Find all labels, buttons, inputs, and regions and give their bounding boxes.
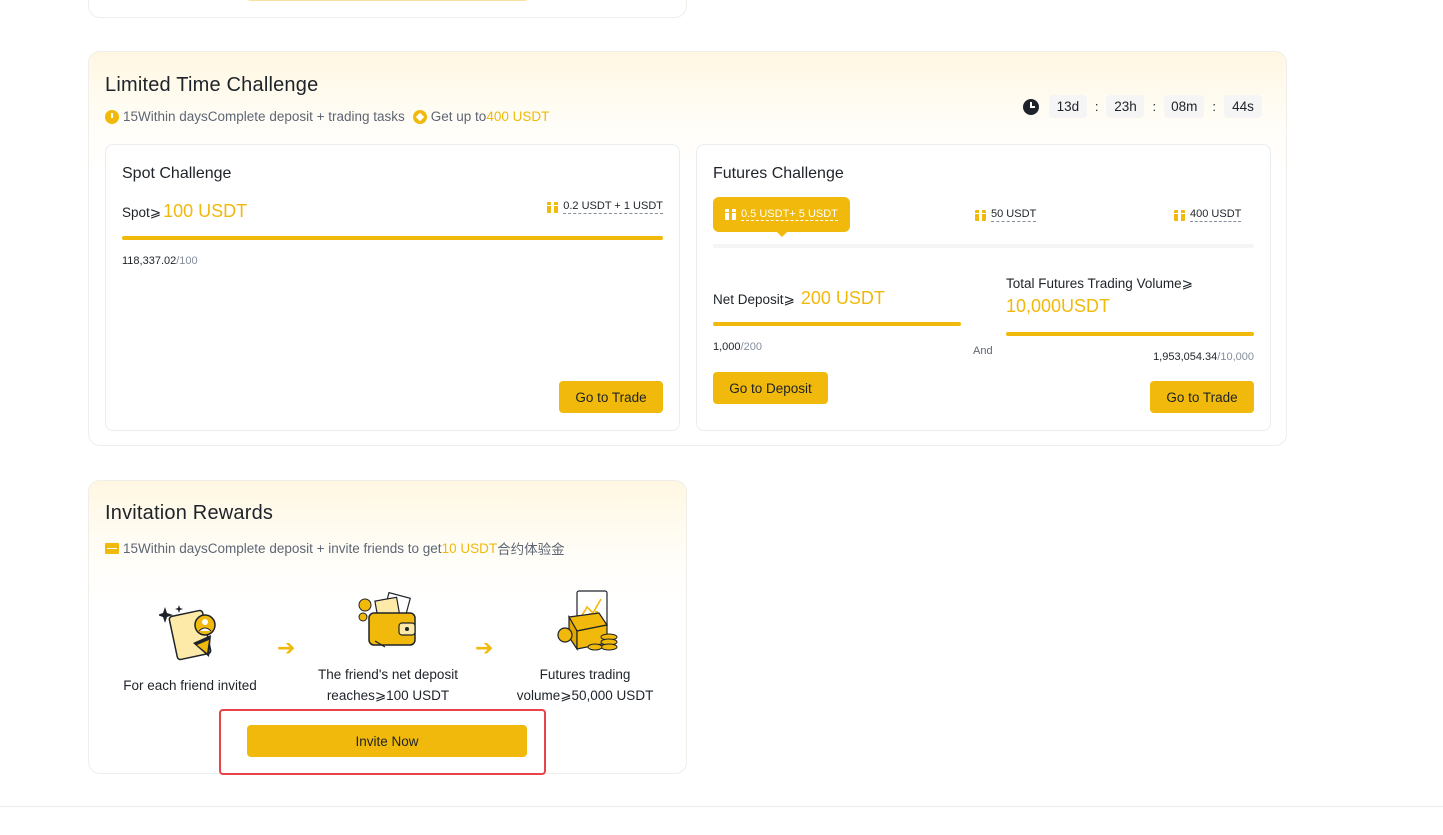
and-label: And [973, 345, 993, 357]
spot-requirement: Spot⩾ 100 USDT [122, 201, 247, 222]
step-3-line-2: volume⩾50,000 USDT [516, 688, 654, 703]
previous-card-button-edge [248, 0, 527, 1]
wallet-illustration [358, 591, 416, 648]
volume-progress-target: /10,000 [1217, 351, 1254, 363]
timer-days: 13d [1048, 95, 1087, 118]
tier-1[interactable]: 0.5 USDT+ 5 USDT [713, 197, 850, 237]
go-to-deposit-button[interactable]: Go to Deposit [713, 372, 828, 404]
step-1-line: For each friend invited [123, 678, 257, 693]
section-title: Invitation Rewards [105, 502, 274, 524]
gift-icon [975, 209, 986, 221]
deposit-requirement: Net Deposit⩾ 200 USDT [713, 288, 885, 309]
invite-friend-illustration [159, 605, 216, 661]
deposit-progress-current: 1,000 [713, 341, 741, 353]
step-arrow-icon: ➔ [277, 635, 296, 660]
annotation-highlight-box [219, 709, 546, 775]
previous-card [88, 0, 687, 18]
volume-progress-text: 1,953,054.34/10,000 [1153, 351, 1254, 363]
limited-time-challenge-card: Limited Time Challenge 15Within daysComp… [88, 51, 1287, 446]
invitation-subtitle-suffix: 合约体验金 [497, 542, 565, 557]
spot-requirement-label: Spot⩾ [122, 205, 162, 220]
spot-reward-text: 0.2 USDT + 1 USDT [563, 200, 663, 214]
deposit-progress-target: /200 [740, 341, 762, 353]
tier-2-label: 50 USDT [991, 208, 1037, 222]
spot-progress-text: 118,337.02/100 [122, 255, 198, 267]
gift-icon [1174, 209, 1185, 221]
ticket-icon [105, 542, 119, 554]
invitation-subtitle-value: 10 USDT [441, 540, 498, 556]
spot-progress-fill [122, 236, 663, 240]
timer-separator: : [1094, 99, 1099, 114]
clock-icon [105, 109, 119, 124]
step-3-text: Futures trading volume⩾50,000 USDT [505, 664, 665, 706]
volume-progress-fill [1006, 332, 1254, 336]
challenge-subtitle: 15Within daysComplete deposit + trading … [105, 109, 549, 124]
tier-1-label: 0.5 USDT+ 5 USDT [741, 208, 838, 221]
subtitle-reward-text: Get up to [430, 109, 487, 124]
go-to-trade-button[interactable]: Go to Trade [559, 381, 663, 413]
gift-icon [547, 201, 559, 213]
timer-seconds: 44s [1224, 95, 1262, 118]
timer-hours: 23h [1106, 95, 1145, 118]
step-3-line-1: Futures trading [539, 667, 631, 682]
timer-separator: : [1152, 99, 1157, 114]
volume-value: 10,000USDT [1006, 296, 1111, 316]
section-title: Limited Time Challenge [105, 74, 319, 96]
subtitle-text: 15Within daysComplete deposit + trading … [123, 109, 405, 124]
deposit-progress-fill [713, 322, 961, 326]
tier-3-label: 400 USDT [1190, 208, 1242, 222]
coin-icon [412, 109, 427, 124]
tier-track [713, 244, 1254, 248]
deposit-value: 200 USDT [800, 288, 885, 308]
deposit-label: Net Deposit⩾ [713, 292, 795, 307]
spot-title: Spot Challenge [122, 165, 232, 182]
spot-requirement-value: 100 USDT [163, 201, 248, 221]
tier-3[interactable]: 400 USDT [1174, 208, 1242, 222]
futures-illustration [557, 590, 618, 651]
step-2-text: The friend's net deposit reaches⩾100 USD… [308, 664, 468, 706]
step-2-line-1: The friend's net deposit [318, 667, 458, 682]
footer-divider [0, 806, 1443, 807]
tier-2[interactable]: 50 USDT [975, 208, 1037, 222]
spot-progress-current: 118,337.02 [122, 255, 177, 267]
spot-progress-target: /100 [176, 255, 198, 267]
go-to-trade-futures-button[interactable]: Go to Trade [1150, 381, 1254, 413]
deposit-progress-text: 1,000/200 [713, 341, 762, 353]
spot-challenge-card: Spot Challenge Spot⩾ 100 USDT 0.2 USDT +… [105, 144, 680, 431]
volume-progress-current: 1,953,054.34 [1153, 351, 1218, 363]
countdown-timer: 13d : 23h : 08m : 44s [1022, 95, 1262, 118]
invitation-subtitle-text: 15Within daysComplete deposit + invite f… [123, 540, 442, 556]
clock-icon [1022, 98, 1039, 115]
futures-challenge-card: Futures Challenge 0.5 USDT+ 5 USDT 50 US… [696, 144, 1271, 431]
futures-title: Futures Challenge [713, 165, 844, 182]
volume-label: Total Futures Trading Volume⩾ [1006, 276, 1193, 291]
timer-minutes: 08m [1164, 95, 1205, 118]
step-arrow-icon: ➔ [475, 635, 494, 660]
subtitle-reward-value: 400 USDT [486, 109, 550, 124]
invitation-subtitle: 15Within daysComplete deposit + invite f… [105, 538, 565, 558]
step-1-text: For each friend invited [110, 675, 270, 696]
gift-icon [725, 209, 736, 220]
timer-separator: : [1212, 99, 1216, 114]
step-2-line-2: reaches⩾100 USDT [326, 688, 450, 703]
spot-reward: 0.2 USDT + 1 USDT [547, 200, 663, 214]
volume-requirement: 10,000USDT [1006, 296, 1110, 317]
